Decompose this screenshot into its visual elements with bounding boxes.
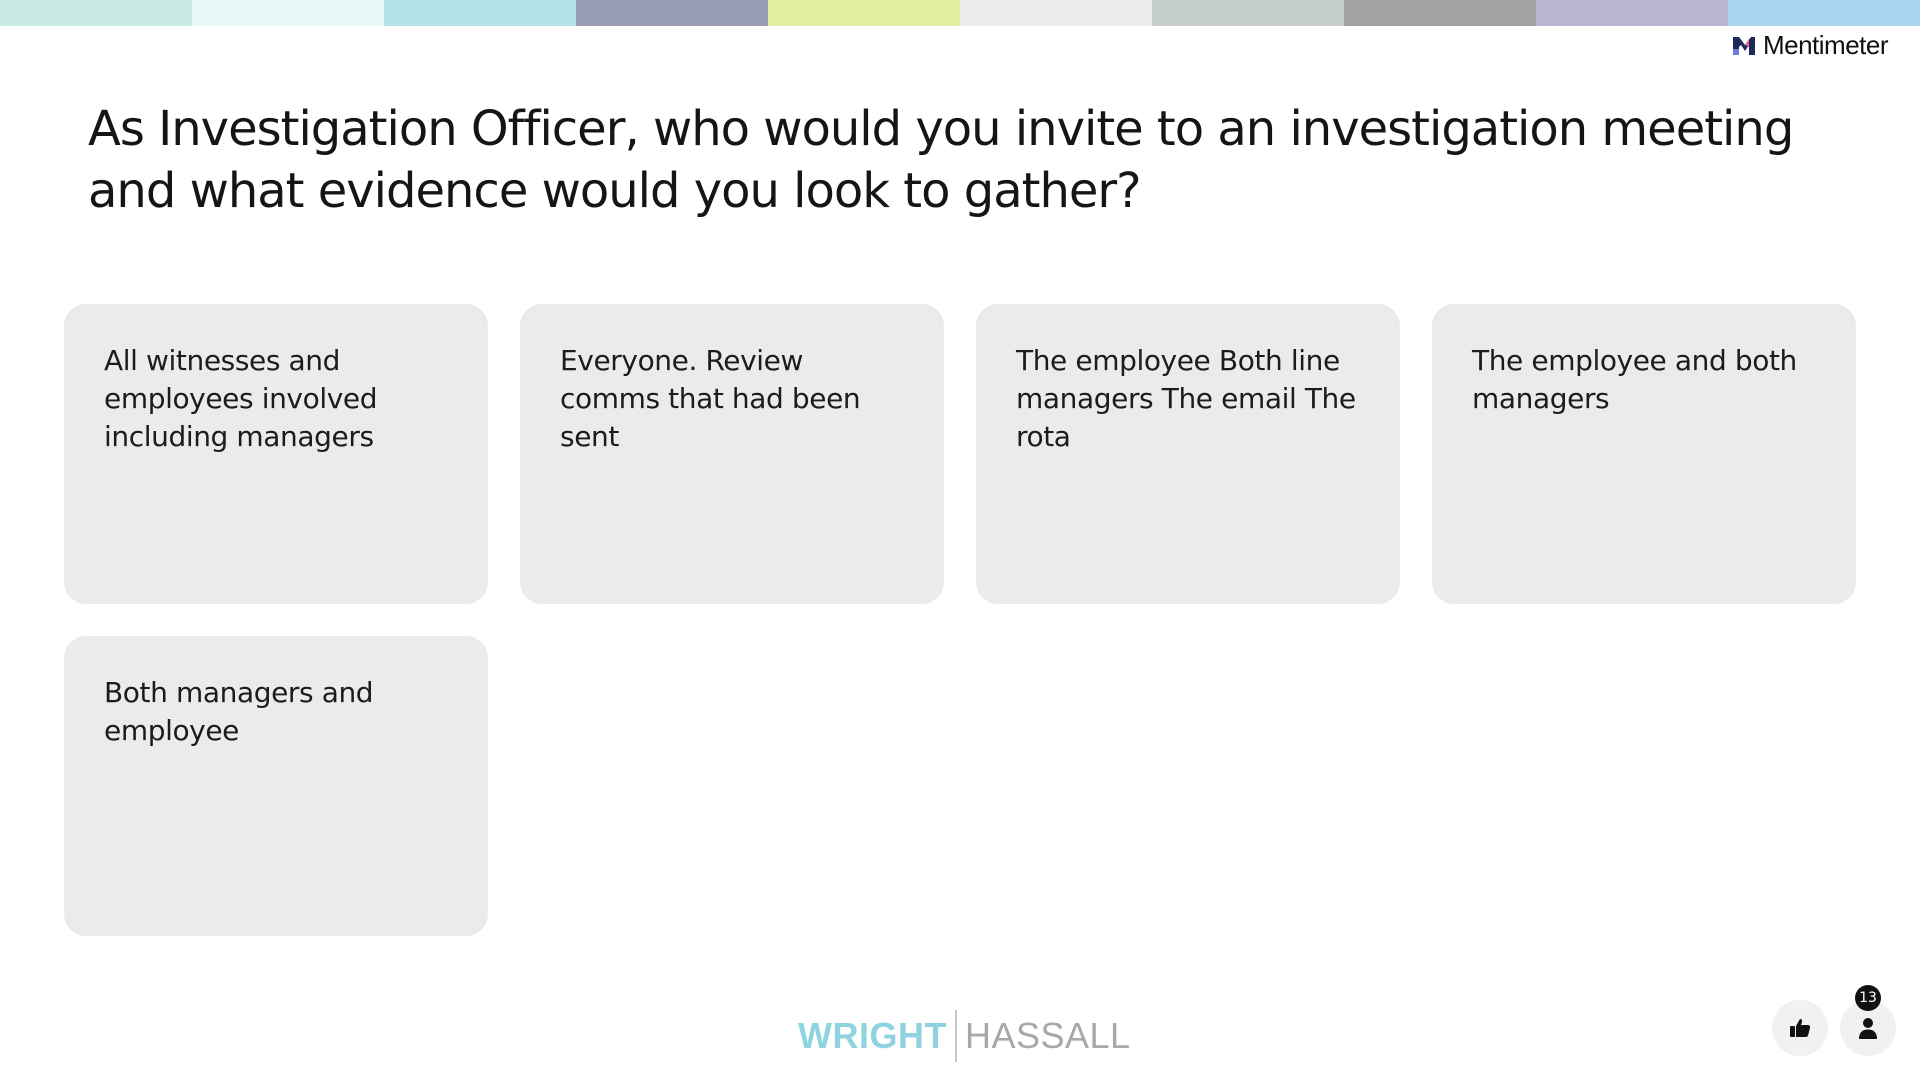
mentimeter-brand: Mentimeter bbox=[1732, 30, 1889, 61]
participant-count-badge: 13 bbox=[1855, 985, 1881, 1011]
color-bar-segment bbox=[768, 0, 960, 26]
color-bar-segment bbox=[1344, 0, 1536, 26]
brand-name: Mentimeter bbox=[1762, 30, 1889, 60]
person-icon bbox=[1859, 1018, 1877, 1039]
thumbs-up-icon bbox=[1790, 1019, 1811, 1037]
color-bar-segment bbox=[384, 0, 576, 26]
response-card: Both managers and employee bbox=[64, 636, 488, 936]
color-bar-segment bbox=[960, 0, 1152, 26]
logo-word-wright: WRIGHT bbox=[798, 1015, 947, 1056]
mentimeter-logo-icon bbox=[1732, 36, 1755, 55]
response-card: Everyone. Review comms that had been sen… bbox=[520, 304, 944, 604]
top-color-bar bbox=[0, 0, 1920, 26]
responses-grid: All witnesses and employees involved inc… bbox=[64, 304, 1856, 936]
wright-hassall-logo: WRIGHT HASSALL bbox=[798, 1010, 1131, 1062]
presentation-slide: Mentimeter As Investigation Officer, who… bbox=[0, 0, 1920, 1080]
logo-divider bbox=[954, 1010, 957, 1062]
color-bar-segment bbox=[1536, 0, 1728, 26]
response-card: The employee and both managers bbox=[1432, 304, 1856, 604]
question-title: As Investigation Officer, who would you … bbox=[88, 101, 1794, 219]
color-bar-segment bbox=[576, 0, 768, 26]
color-bar-segment bbox=[1152, 0, 1344, 26]
like-button[interactable] bbox=[1772, 1000, 1828, 1056]
color-bar-segment bbox=[0, 0, 192, 26]
response-card: All witnesses and employees involved inc… bbox=[64, 304, 488, 604]
color-bar-segment bbox=[1728, 0, 1920, 26]
color-bar-segment bbox=[192, 0, 384, 26]
response-card: The employee Both line managers The emai… bbox=[976, 304, 1400, 604]
logo-word-hassall: HASSALL bbox=[964, 1015, 1131, 1056]
